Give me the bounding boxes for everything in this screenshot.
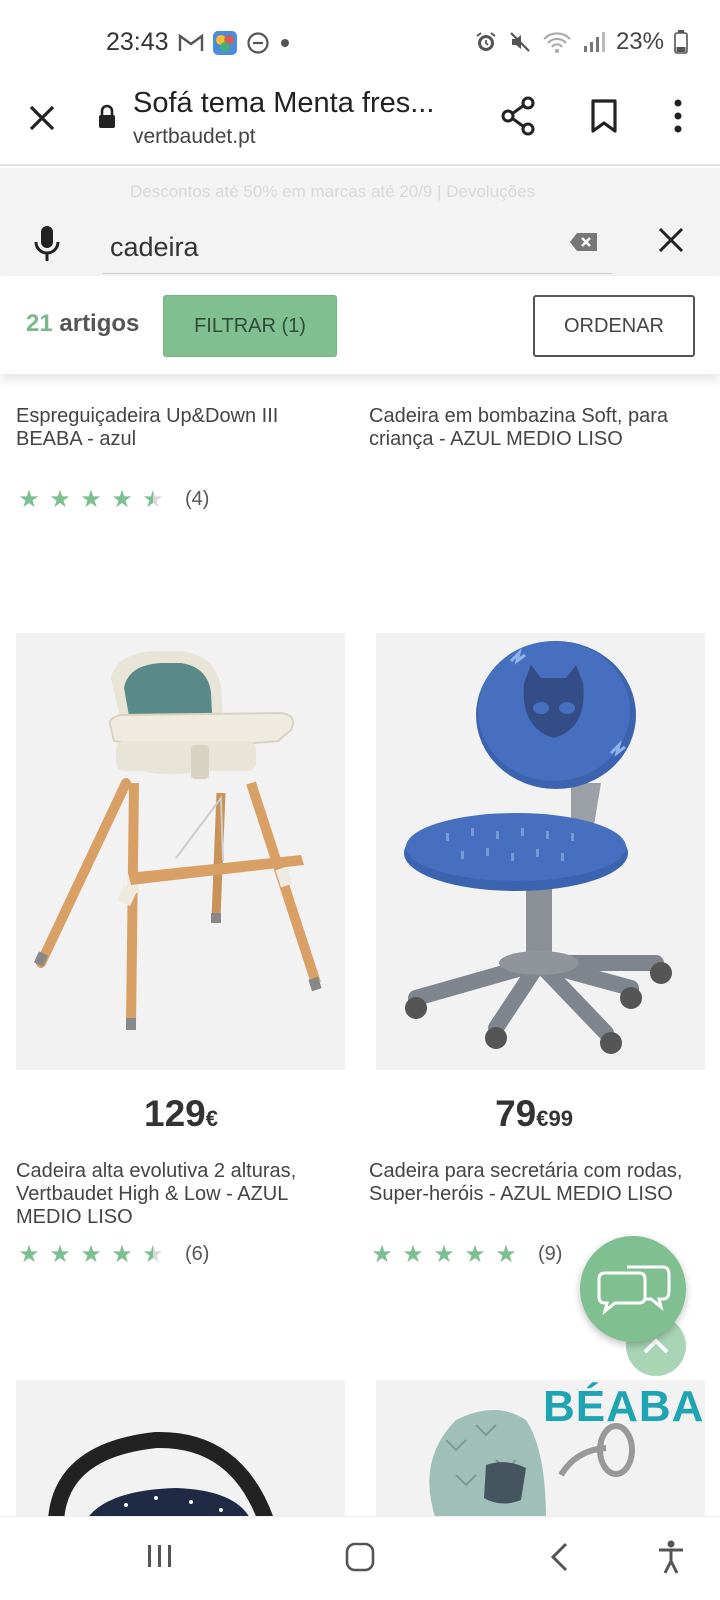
accessibility-button[interactable] (656, 1539, 686, 1580)
recent-apps-icon (148, 1545, 171, 1567)
more-menu-button[interactable] (672, 98, 684, 139)
photos-icon (213, 31, 237, 55)
back-button[interactable] (548, 1541, 572, 1578)
lock-icon (97, 104, 117, 135)
more-vertical-icon (674, 99, 682, 133)
share-button[interactable] (500, 96, 536, 141)
half-star-icon: ★ (140, 1240, 166, 1269)
microphone-icon (34, 226, 60, 261)
battery-percent: 23% (615, 28, 664, 55)
wifi-icon (543, 32, 571, 53)
filter-button[interactable]: FILTRAR (1) (163, 295, 337, 357)
product-image-car-seat[interactable] (16, 1380, 345, 1520)
review-count: (6) (185, 1243, 210, 1265)
share-icon (501, 96, 535, 136)
results-filter-bar: 21 artigos FILTRAR (1) ORDENAR (0, 280, 720, 374)
brand-logo: BÉABA (543, 1382, 705, 1431)
mute-icon (510, 32, 530, 52)
accessibility-icon (659, 1540, 683, 1574)
star-icon: ★ (371, 1241, 393, 1268)
status-notification-icons (178, 30, 292, 56)
half-star-icon: ★ (140, 485, 166, 514)
page-url: vertbaudet.pt (133, 125, 256, 148)
price-main: 79 (495, 1093, 537, 1134)
close-tab-button[interactable] (26, 102, 58, 134)
product-rating: ★ ★ ★ ★ ★ (4) (16, 485, 209, 514)
product-name[interactable]: Cadeira para secretária com rodas, Super… (369, 1160, 699, 1206)
close-icon (658, 227, 684, 253)
results-count: 21 artigos (26, 310, 139, 338)
status-time: 23:43 (106, 28, 169, 56)
gmail-icon (178, 33, 204, 51)
home-icon (345, 1542, 375, 1572)
promo-banner-text: Descontos até 50% em marcas até 20/9 | D… (130, 182, 536, 201)
search-input[interactable] (102, 222, 612, 274)
product-image-desk-chair[interactable] (376, 633, 705, 1070)
star-icon: ★ (495, 1241, 517, 1268)
results-count-number: 21 (26, 310, 53, 337)
do-not-disturb-icon (247, 32, 269, 54)
star-icon: ★ (80, 1241, 102, 1268)
sort-button[interactable]: ORDENAR (533, 295, 695, 357)
product-price: 129€ (16, 1093, 346, 1135)
star-icon: ★ (402, 1241, 424, 1268)
star-icon: ★ (18, 1241, 40, 1268)
status-right-icons: 23% (474, 28, 688, 56)
star-icon: ★ (49, 1241, 71, 1268)
browser-toolbar: Sofá tema Menta fres... vertbaudet.pt (0, 74, 720, 166)
voice-search-button[interactable] (33, 224, 61, 269)
close-search-button[interactable] (657, 226, 685, 259)
star-icon: ★ (111, 486, 133, 513)
product-rating: ★ ★ ★ ★ ★ (9) (369, 1240, 562, 1269)
bookmark-button[interactable] (590, 98, 618, 139)
back-chevron-icon (550, 1542, 568, 1572)
product-rating: ★ ★ ★ ★ ★ (6) (16, 1240, 209, 1269)
dot-icon (281, 39, 289, 47)
product-image-high-chair[interactable] (16, 633, 345, 1070)
recent-apps-button[interactable] (145, 1541, 175, 1576)
star-icon: ★ (111, 1241, 133, 1268)
product-name[interactable]: Cadeira alta evolutiva 2 alturas, Vertba… (16, 1160, 346, 1229)
star-icon: ★ (49, 486, 71, 513)
star-icon: ★ (80, 486, 102, 513)
product-price: 79€99 (369, 1093, 699, 1135)
close-icon (29, 105, 55, 131)
screen: 23:43 23% Sofá tema Menta fres... vertba… (0, 0, 720, 1600)
alarm-icon (476, 32, 496, 51)
home-button[interactable] (344, 1541, 376, 1578)
price-main: 129 (144, 1093, 206, 1134)
system-navigation-bar (0, 1516, 720, 1600)
page-title: Sofá tema Menta fres... (133, 87, 435, 119)
star-icon: ★ (18, 486, 40, 513)
results-count-label: artigos (59, 310, 140, 337)
review-count: (9) (538, 1243, 563, 1265)
bookmark-icon (591, 99, 617, 133)
battery-icon (674, 30, 688, 54)
product-name[interactable]: Espreguiçadeira Up&Down III BEABA - azul (16, 405, 346, 451)
star-icon: ★ (433, 1241, 455, 1268)
search-bar (0, 214, 720, 280)
product-name[interactable]: Cadeira em bombazina Soft, para criança … (369, 405, 699, 451)
price-cents: €99 (536, 1106, 573, 1131)
clear-search-button[interactable] (569, 232, 599, 257)
chat-button[interactable] (580, 1236, 686, 1342)
star-icon: ★ (464, 1241, 486, 1268)
backspace-icon (570, 233, 597, 251)
price-cents: € (205, 1106, 218, 1131)
review-count: (4) (185, 488, 210, 510)
signal-icon (583, 32, 605, 52)
chat-bubbles-icon (597, 1265, 671, 1315)
